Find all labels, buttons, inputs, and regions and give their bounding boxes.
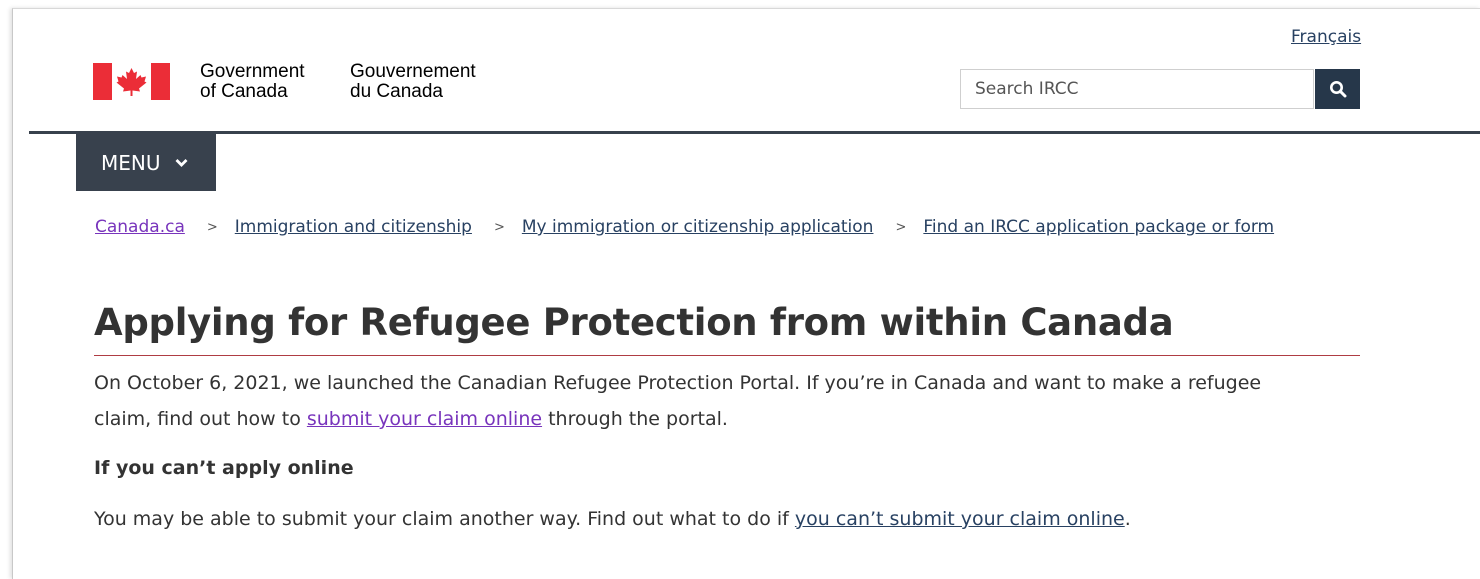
browser-page: Français Government of Canada Gouverneme… bbox=[12, 8, 1480, 579]
breadcrumb-link-find-package[interactable]: Find an IRCC application package or form bbox=[923, 217, 1274, 237]
wordmark-french[interactable]: Gouvernement du Canada bbox=[350, 62, 476, 102]
intro-paragraph: On October 6, 2021, we launched the Cana… bbox=[94, 365, 1324, 437]
canada-flag-icon bbox=[93, 63, 170, 100]
breadcrumb-link-immigration[interactable]: Immigration and citizenship bbox=[235, 217, 472, 237]
alternative-paragraph: You may be able to submit your claim ano… bbox=[94, 501, 1324, 537]
intro-text-end: through the portal. bbox=[542, 408, 728, 430]
search-icon bbox=[1329, 81, 1346, 98]
section-heading: If you can’t apply online bbox=[94, 457, 354, 479]
breadcrumb: Canada.ca > Immigration and citizenship … bbox=[95, 217, 1274, 237]
breadcrumb-link-canada[interactable]: Canada.ca bbox=[95, 217, 185, 237]
wordmark-en-line2: of Canada bbox=[200, 81, 288, 102]
wordmark-fr-line1: Gouvernement bbox=[350, 61, 476, 82]
breadcrumb-separator: > bbox=[895, 219, 907, 235]
header-divider bbox=[29, 131, 1480, 134]
breadcrumb-separator: > bbox=[206, 219, 218, 235]
alternative-text-end: . bbox=[1124, 508, 1131, 530]
breadcrumb-separator: > bbox=[493, 219, 505, 235]
menu-label: MENU bbox=[101, 150, 161, 175]
language-toggle-link[interactable]: Français bbox=[1291, 27, 1361, 47]
search-button[interactable] bbox=[1315, 69, 1360, 109]
breadcrumb-link-my-application[interactable]: My immigration or citizenship applicatio… bbox=[522, 217, 874, 237]
submit-claim-online-link[interactable]: submit your claim online bbox=[307, 408, 542, 430]
menu-button[interactable]: MENU bbox=[76, 134, 216, 191]
cant-submit-online-link[interactable]: you can’t submit your claim online bbox=[795, 508, 1125, 530]
wordmark-fr-line2: du Canada bbox=[350, 81, 443, 102]
chevron-down-icon bbox=[175, 158, 188, 168]
wordmark-en-line1: Government bbox=[200, 61, 305, 82]
page-title: Applying for Refugee Protection from wit… bbox=[94, 301, 1174, 344]
title-underline bbox=[94, 355, 1360, 356]
search-input[interactable] bbox=[960, 69, 1314, 109]
wordmark-english[interactable]: Government of Canada bbox=[200, 62, 305, 102]
alternative-text: You may be able to submit your claim ano… bbox=[94, 508, 795, 530]
